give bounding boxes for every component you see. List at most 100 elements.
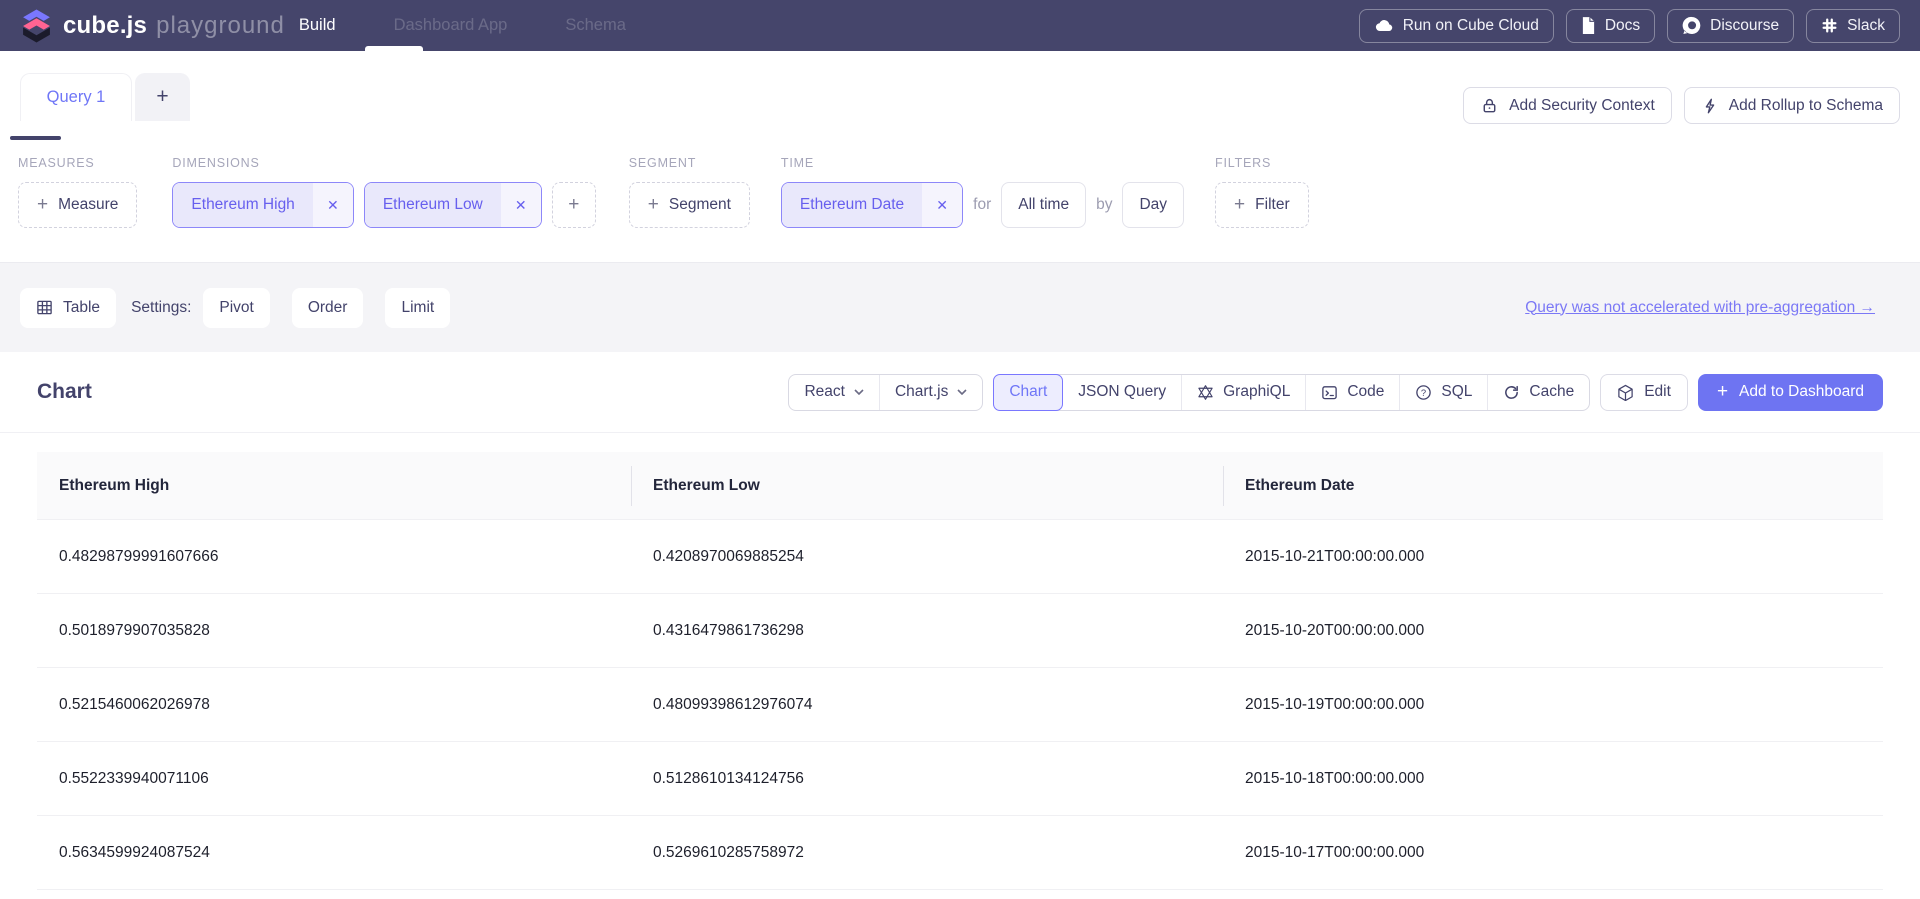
view-tab-chart[interactable]: Chart [993,374,1063,411]
chart-card-header: Chart React Chart.js Chart JSON Query [0,352,1920,433]
terminal-icon [1321,384,1338,401]
add-to-dashboard-button[interactable]: + Add to Dashboard [1698,374,1883,411]
chart-card: Chart React Chart.js Chart JSON Query [0,352,1920,899]
pivot-button[interactable]: Pivot [203,288,269,328]
add-security-context-button[interactable]: Add Security Context [1463,87,1672,124]
plus-icon: + [568,194,579,216]
top-navbar: cube.js playground Build Dashboard App S… [0,0,1920,51]
discourse-icon [1682,16,1701,35]
preaggregation-link[interactable]: Query was not accelerated with pre-aggre… [1525,299,1875,317]
add-rollup-to-schema-button[interactable]: Add Rollup to Schema [1684,87,1900,124]
nav-actions: Run on Cube Cloud Docs Discourse Slack [1359,9,1900,43]
add-query-tab-button[interactable]: + [135,73,190,121]
measures-section: MEASURES + Measure [18,156,137,230]
slack-label: Slack [1847,17,1885,35]
framework-selector-group: React Chart.js [788,374,983,411]
query-tabs-row: Query 1 + Add Security Context Add Rollu… [0,51,1920,140]
add-segment-button[interactable]: + Segment [629,182,750,228]
svg-text:?: ? [1421,387,1426,398]
table-grid-icon [36,299,53,316]
table-button-label: Table [63,299,100,317]
cell-ethereum-date: 2015-10-19T00:00:00.000 [1223,696,1883,714]
edit-button[interactable]: Edit [1600,374,1688,411]
view-tab-graphiql[interactable]: GraphiQL [1182,375,1306,410]
cloud-icon [1374,19,1394,33]
limit-button[interactable]: Limit [385,288,450,328]
segment-section: SEGMENT + Segment [629,156,750,230]
dimensions-section: DIMENSIONS Ethereum High ✕ Ethereum Low … [172,156,595,230]
add-segment-label: Segment [669,196,731,214]
time-label: TIME [781,156,1184,170]
nav-tab-build[interactable]: Build [299,16,336,35]
remove-chip-icon[interactable]: ✕ [313,183,353,227]
view-tab-sql[interactable]: ? SQL [1400,375,1488,410]
run-on-cube-cloud-label: Run on Cube Cloud [1403,17,1539,35]
time-chip-ethereum-date[interactable]: Ethereum Date ✕ [781,182,963,228]
view-tab-json-query[interactable]: JSON Query [1063,375,1182,410]
granularity-label: Day [1139,196,1167,214]
query-tab-1-label: Query 1 [47,88,106,107]
cell-ethereum-low: 0.5269610285758972 [631,844,1223,862]
chart-type-table-button[interactable]: Table [20,288,116,328]
cubejs-logo-icon [20,8,53,46]
remove-chip-icon[interactable]: ✕ [501,183,541,227]
add-measure-label: Measure [58,196,118,214]
view-selector-group: Chart JSON Query GraphiQL Code [993,374,1590,411]
plus-icon: + [156,85,168,109]
dimension-chip-ethereum-low[interactable]: Ethereum Low ✕ [364,182,542,228]
cell-ethereum-low: 0.4316479861736298 [631,622,1223,640]
filters-section: FILTERS + Filter [1215,156,1309,230]
slack-button[interactable]: Slack [1806,9,1900,43]
chevron-down-icon [854,389,864,395]
add-dimension-button[interactable]: + [552,182,596,228]
date-range-label: All time [1018,196,1069,214]
view-json-query-label: JSON Query [1078,383,1166,401]
nav-tab-schema[interactable]: Schema [565,16,626,35]
table-row: 0.48298799991607666 0.4208970069885254 2… [37,520,1883,594]
dimension-chip-ethereum-high[interactable]: Ethereum High ✕ [172,182,353,228]
framework-select[interactable]: React [789,375,880,410]
chart-controls: React Chart.js Chart JSON Query [788,374,1883,411]
brand: cube.js playground [20,6,285,46]
cell-ethereum-date: 2015-10-21T00:00:00.000 [1223,548,1883,566]
add-measure-button[interactable]: + Measure [18,182,137,228]
discourse-button[interactable]: Discourse [1667,9,1794,43]
plus-icon: + [37,194,48,216]
nav-tab-dashboard-app[interactable]: Dashboard App [394,16,508,35]
column-header-ethereum-low: Ethereum Low [631,452,1223,519]
settings-label: Settings: [131,299,191,317]
lock-icon [1480,96,1499,115]
add-filter-button[interactable]: + Filter [1215,182,1309,228]
nav-tabs: Build Dashboard App Schema [299,16,626,35]
view-tab-cache[interactable]: Cache [1488,375,1589,410]
query-tab-actions: Add Security Context Add Rollup to Schem… [1463,87,1900,124]
view-tab-code[interactable]: Code [1306,375,1400,410]
chip-label: Ethereum Low [365,183,501,227]
remove-chip-icon[interactable]: ✕ [922,183,962,227]
granularity-button[interactable]: Day [1122,182,1184,228]
date-range-button[interactable]: All time [1001,182,1086,228]
segment-label: SEGMENT [629,156,750,170]
table-row: 0.5634599924087524 0.5269610285758972 20… [37,816,1883,890]
brand-name: cube.js [63,12,147,40]
run-on-cube-cloud-button[interactable]: Run on Cube Cloud [1359,9,1554,43]
edit-label: Edit [1644,383,1671,401]
order-label: Order [308,299,348,317]
cell-ethereum-high: 0.48298799991607666 [37,548,631,566]
filters-label: FILTERS [1215,156,1309,170]
query-tab-1[interactable]: Query 1 [20,73,132,121]
order-button[interactable]: Order [292,288,364,328]
view-graphiql-label: GraphiQL [1223,383,1290,401]
add-to-dashboard-label: Add to Dashboard [1739,383,1864,401]
by-text: by [1096,196,1112,214]
column-header-ethereum-date: Ethereum Date [1223,452,1883,519]
chevron-down-icon [957,389,967,395]
cell-ethereum-low: 0.48099398612976074 [631,696,1223,714]
add-security-context-label: Add Security Context [1509,97,1655,115]
cell-ethereum-high: 0.5215460062026978 [37,696,631,714]
docs-button[interactable]: Docs [1566,9,1655,43]
cell-ethereum-low: 0.4208970069885254 [631,548,1223,566]
cell-ethereum-high: 0.5018979907035828 [37,622,631,640]
table-row: 0.5522339940071106 0.5128610134124756 20… [37,742,1883,816]
library-select[interactable]: Chart.js [880,375,982,410]
